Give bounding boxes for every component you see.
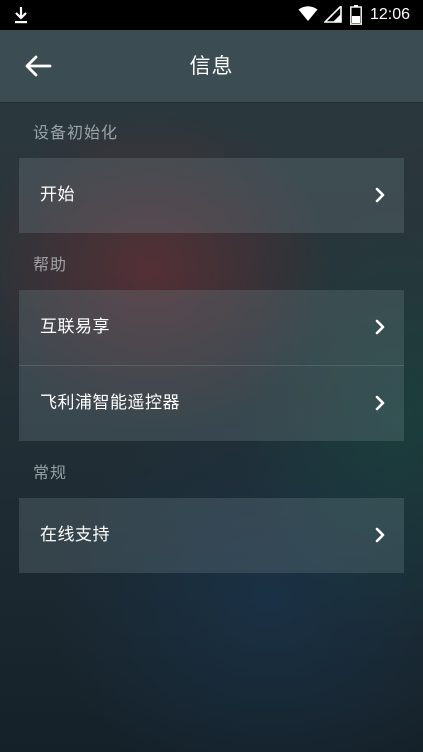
list-item-online-support[interactable]: 在线支持 [19,498,404,573]
signal-icon [324,6,342,23]
list-item-label: 在线支持 [40,525,110,545]
app-header: 信息 [0,30,423,102]
status-time: 12:06 [370,6,411,23]
list-item-label: 飞利浦智能遥控器 [40,393,180,413]
list-item-start[interactable]: 开始 [19,158,404,233]
section-label-help: 帮助 [33,255,68,274]
chevron-right-icon [375,395,385,411]
battery-icon [350,5,362,25]
section-label-device-setup: 设备初始化 [33,123,119,142]
status-bar: 12:06 [0,0,423,30]
chevron-right-icon [375,319,385,335]
card-general: 在线支持 [19,498,404,573]
section-label-general: 常规 [33,463,68,482]
card-help: 互联易享 飞利浦智能遥控器 [19,290,404,441]
list-item-easylink[interactable]: 互联易享 [19,290,404,365]
download-icon [15,7,27,24]
card-device-setup: 开始 [19,158,404,233]
chevron-right-icon [375,527,385,543]
list-item-label: 开始 [40,185,75,205]
wifi-icon [298,6,318,21]
list-item-smart-remote[interactable]: 飞利浦智能遥控器 [19,365,404,441]
list-item-label: 互联易享 [40,317,110,337]
chevron-right-icon [375,187,385,203]
page-title: 信息 [189,54,234,78]
